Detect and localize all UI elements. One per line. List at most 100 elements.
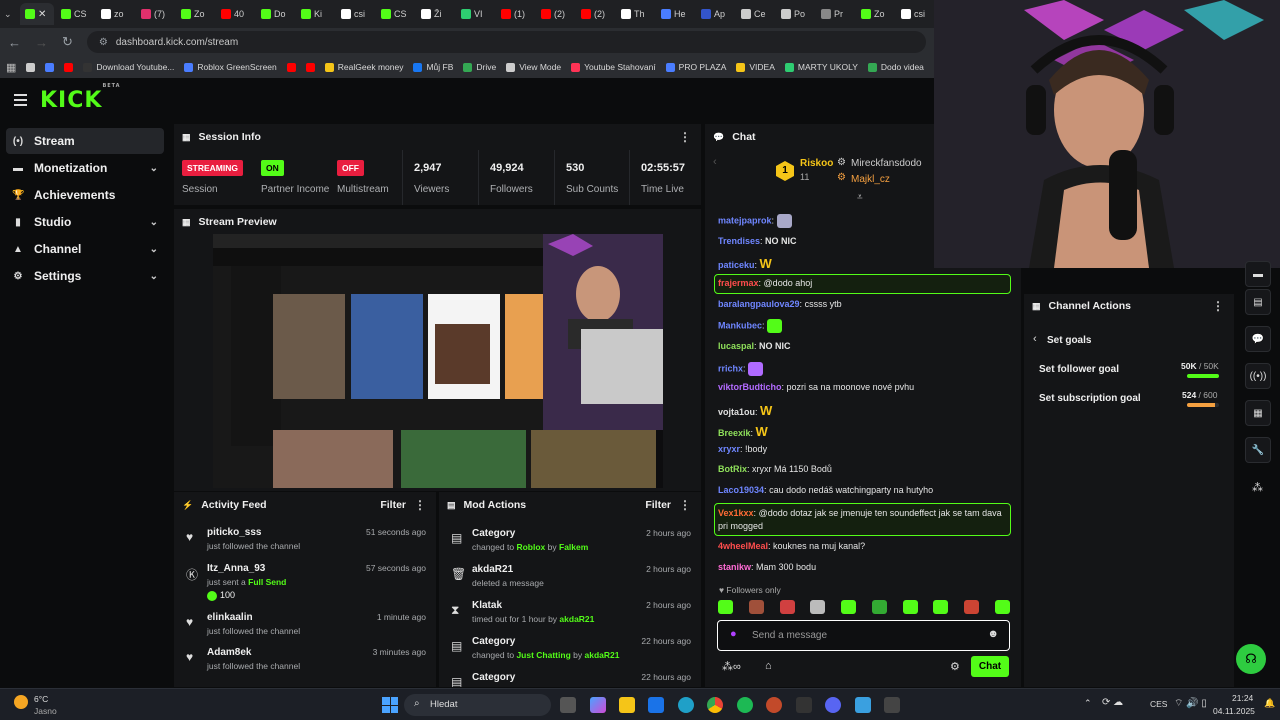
mod-action-target[interactable]: Roblox bbox=[516, 542, 545, 552]
edge-icon[interactable] bbox=[678, 697, 694, 713]
activity-user[interactable]: elinkaalin bbox=[207, 612, 253, 623]
chat-username[interactable]: xryxr bbox=[718, 444, 740, 454]
gifter-name[interactable]: Majkl_cz bbox=[851, 174, 890, 185]
chat-input-box[interactable]: ● Send a message ☻ bbox=[717, 620, 1010, 651]
sub-goal-label[interactable]: Set subscription goal bbox=[1039, 393, 1141, 404]
url-field[interactable]: ⚙ dashboard.kick.com/stream bbox=[86, 31, 926, 53]
mod-action-title[interactable]: Category bbox=[472, 636, 515, 647]
chevron-left-icon[interactable]: ‹ bbox=[713, 156, 717, 168]
chat-username[interactable]: vojta1ou bbox=[718, 407, 755, 417]
browser-tab[interactable]: Pr bbox=[816, 3, 854, 25]
chat-username[interactable]: frajermax bbox=[718, 278, 759, 288]
forward-icon[interactable]: → bbox=[35, 35, 48, 50]
emote-icon[interactable] bbox=[810, 600, 826, 614]
emoji-icon[interactable]: ☻ bbox=[987, 628, 999, 640]
calculator-icon[interactable] bbox=[884, 697, 900, 713]
taskbar-search-box[interactable]: ⌕ Hledat bbox=[404, 694, 551, 716]
wrench-icon[interactable]: 🔧 bbox=[1245, 437, 1271, 463]
chat-username[interactable]: Mankubec bbox=[718, 320, 762, 330]
bookmark-item[interactable]: PRO PLAZA bbox=[665, 62, 726, 72]
sidebar-item-settings[interactable]: ⚙ Settings ⌄ bbox=[6, 263, 164, 289]
emote-icon[interactable] bbox=[718, 600, 733, 614]
kick-logo[interactable]: KICKBETA bbox=[40, 83, 121, 113]
emote-icon[interactable] bbox=[933, 600, 949, 614]
chat-username[interactable]: viktorBudticho bbox=[718, 382, 782, 392]
network-volume-icons[interactable]: ⌔ 🔊 ▯ bbox=[1174, 697, 1207, 710]
browser-tab[interactable]: 40 bbox=[216, 3, 254, 25]
browser-tab[interactable]: (2) bbox=[576, 3, 614, 25]
chat-username[interactable]: matejpaprok bbox=[718, 215, 772, 225]
browser-tab[interactable]: (7) bbox=[136, 3, 174, 25]
apps-grid-icon[interactable]: ▦ bbox=[6, 61, 16, 74]
mod-action-title[interactable]: akdaR21 bbox=[472, 564, 513, 575]
browser-tab[interactable]: VI bbox=[456, 3, 494, 25]
browser-tab[interactable]: (2) bbox=[536, 3, 574, 25]
emote-icon[interactable] bbox=[994, 600, 1010, 614]
mod-action-by[interactable]: akdaR21 bbox=[559, 614, 594, 624]
discord-icon[interactable] bbox=[825, 697, 841, 713]
browser-tab[interactable]: Zo bbox=[856, 3, 894, 25]
start-button-icon[interactable] bbox=[382, 697, 398, 713]
bookmark-item[interactable]: Můj FB bbox=[413, 62, 453, 72]
sidebar-item-studio[interactable]: ▮ Studio ⌄ bbox=[6, 209, 164, 235]
bookmark-item[interactable]: View Mode bbox=[506, 62, 561, 72]
clock-time[interactable]: 21:24 bbox=[1232, 693, 1253, 703]
browser-tab[interactable]: csi bbox=[336, 3, 374, 25]
keyboard-language[interactable]: CES bbox=[1150, 699, 1167, 709]
spotify-icon[interactable] bbox=[737, 697, 753, 713]
sidebar-item-achievements[interactable]: 🏆 Achievements bbox=[6, 182, 164, 208]
browser-tab[interactable]: Ap bbox=[696, 3, 734, 25]
store-icon[interactable]: ⌂ bbox=[765, 660, 772, 672]
bookmark-item[interactable]: Drive bbox=[463, 62, 496, 72]
chat-username[interactable]: Trendises bbox=[718, 236, 760, 246]
menu-icon[interactable] bbox=[14, 94, 27, 109]
chat-username[interactable]: 4wheelMeal bbox=[718, 541, 768, 551]
browser-tab[interactable]: zo bbox=[96, 3, 134, 25]
expand-pinned-icon[interactable]: ⩡ bbox=[857, 192, 863, 203]
stream-preview-video[interactable] bbox=[213, 234, 663, 488]
more-options-icon[interactable]: ⋮ bbox=[1212, 299, 1224, 313]
mod-action-by[interactable]: akdaR21 bbox=[585, 650, 620, 660]
chat-username[interactable]: stanikw bbox=[718, 562, 751, 572]
file-explorer-icon[interactable] bbox=[619, 697, 635, 713]
chat-username[interactable]: lucaspal bbox=[718, 341, 754, 351]
chevron-down-icon[interactable]: ⌄ bbox=[150, 271, 158, 282]
chevron-down-icon[interactable]: ⌄ bbox=[150, 163, 158, 174]
task-view-icon[interactable] bbox=[560, 697, 576, 713]
browser-tab[interactable]: csi bbox=[896, 3, 934, 25]
chat-username[interactable]: Laco19034 bbox=[718, 485, 764, 495]
bookmark-item[interactable] bbox=[286, 62, 296, 72]
gifter-name[interactable]: Mireckfansdodo bbox=[851, 158, 922, 169]
mic-icon[interactable]: ● bbox=[730, 628, 737, 640]
emote-icon[interactable] bbox=[841, 600, 857, 614]
browser-tab[interactable]: CS bbox=[56, 3, 94, 25]
chat-username[interactable]: paticeku bbox=[718, 260, 755, 270]
chat-send-button[interactable]: Chat bbox=[971, 656, 1009, 677]
chat-settings-icon[interactable]: ⚙ bbox=[950, 660, 960, 673]
outlook-icon[interactable] bbox=[648, 697, 664, 713]
bookmark-item[interactable]: VIDEA bbox=[736, 62, 775, 72]
browser-tab[interactable]: ✕ bbox=[20, 3, 54, 25]
emote-icon[interactable] bbox=[748, 600, 764, 614]
mod-action-title[interactable]: Category bbox=[472, 528, 515, 539]
layout-icon[interactable]: ▦ bbox=[1245, 400, 1271, 426]
browser-tab[interactable]: (1) bbox=[496, 3, 534, 25]
terminal-icon[interactable] bbox=[796, 697, 812, 713]
bookmark-item[interactable] bbox=[45, 62, 55, 72]
bookmark-item[interactable]: Youtube Stahovaní bbox=[571, 62, 656, 72]
close-tab-icon[interactable]: ✕ bbox=[38, 9, 46, 20]
support-button[interactable]: ☊ bbox=[1236, 644, 1266, 674]
back-chevron-icon[interactable]: ‹ bbox=[1033, 333, 1037, 345]
chat-username[interactable]: baralangpaulova29 bbox=[718, 299, 800, 309]
browser-tab[interactable]: He bbox=[656, 3, 694, 25]
chat-side-icon[interactable]: 💬 bbox=[1245, 326, 1271, 352]
emote-icon[interactable] bbox=[902, 600, 918, 614]
mod-filter-button[interactable]: Filter bbox=[645, 499, 671, 511]
top-gifter-name[interactable]: Riskoo bbox=[800, 158, 833, 169]
bookmark-item[interactable]: Roblox GreenScreen bbox=[184, 62, 277, 72]
tray-icons[interactable]: ⟳ ☁ bbox=[1102, 697, 1123, 708]
site-info-icon[interactable]: ⚙ bbox=[99, 37, 108, 48]
emote-icon[interactable] bbox=[871, 600, 887, 614]
browser-tab[interactable]: Ce bbox=[736, 3, 774, 25]
copilot-icon[interactable] bbox=[590, 697, 606, 713]
